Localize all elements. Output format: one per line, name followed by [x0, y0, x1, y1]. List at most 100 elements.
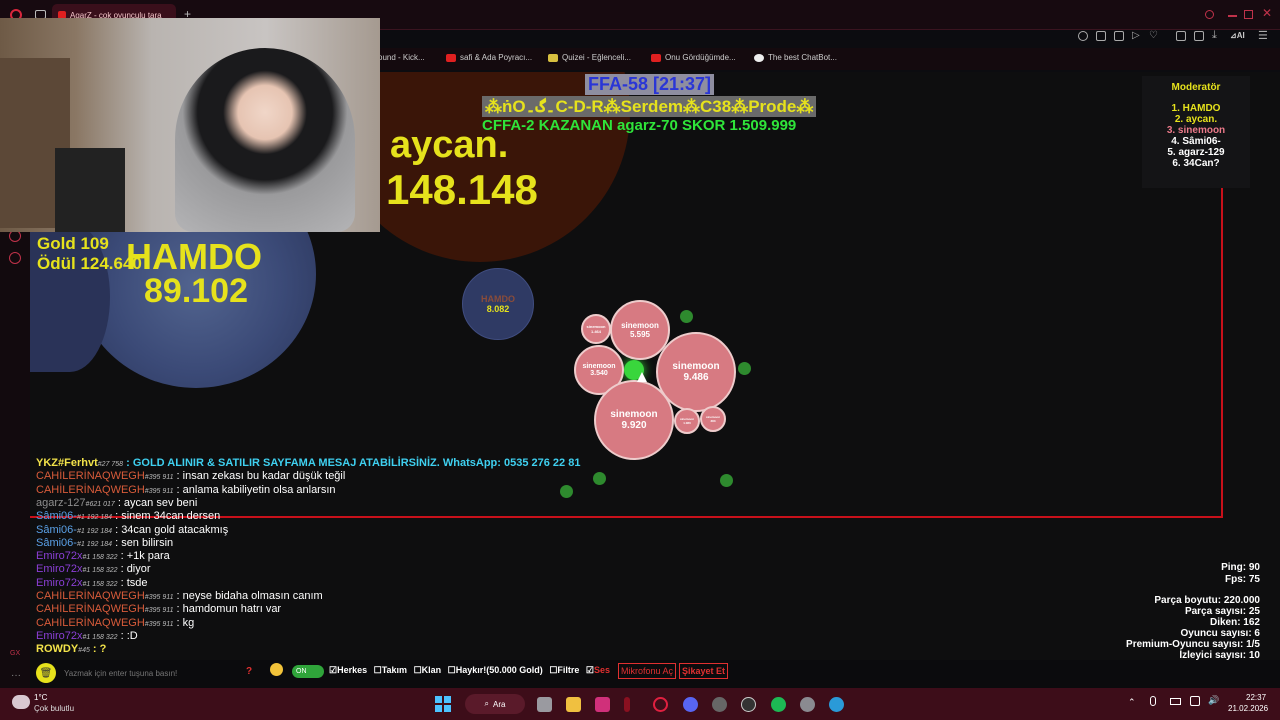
chat-message: Sâmi06-#1 192 184 : sinem 34can dersen	[36, 510, 220, 522]
menu-icon[interactable]: ☰	[1258, 29, 1268, 42]
webcam-overlay	[0, 18, 380, 232]
chat-username[interactable]: Emiro72x	[36, 563, 82, 575]
filter-checkbox[interactable]: ☐Filtre	[549, 665, 579, 675]
game-launcher-icon[interactable]	[712, 697, 727, 712]
checkbox-label: Filtre	[557, 665, 580, 675]
search-box[interactable]: ⌕ Ara	[465, 694, 525, 714]
winner-line: CFFA-2 KAZANAN agarz-70 SKOR 1.509.999	[482, 117, 797, 134]
chat-message: Sâmi06-#1 192 184 : 34can gold atacakmış	[36, 524, 228, 536]
close-icon[interactable]: ✕	[1262, 6, 1272, 20]
chat-text: : aycan sev beni	[117, 496, 198, 509]
bookmark-item[interactable]: ound - Kick...	[378, 53, 425, 62]
help-button[interactable]: ?	[246, 666, 252, 677]
download-icon[interactable]: ⤓	[1212, 29, 1217, 42]
chat-text: : tsde	[120, 576, 148, 589]
bookmark-label: safi & Ada Poyracı...	[460, 53, 533, 62]
task-view-icon[interactable]	[537, 697, 552, 712]
sidebar-gx-icon[interactable]: GX	[10, 650, 20, 657]
chat-message: CAHİLERİNAQWEGH#395 911 : insan zekası b…	[36, 470, 345, 482]
cell-mass: 1.464	[590, 329, 601, 334]
discord-icon[interactable]	[683, 697, 698, 712]
weather-temp: 1°C	[34, 693, 48, 702]
pin-icon[interactable]	[1078, 31, 1088, 41]
keyboard-tray-icon[interactable]	[1170, 698, 1181, 705]
search-icon[interactable]	[1205, 10, 1214, 19]
leaderboard-entry: 4. Sâmi06-	[1171, 136, 1221, 147]
sidebar-more-icon[interactable]: ···	[11, 670, 21, 681]
date-label: 21.02.2026	[1228, 704, 1269, 713]
players-stat: Oyuncu sayısı: 6	[1180, 628, 1260, 639]
chat-username[interactable]: CAHİLERİNAQWEGH	[36, 470, 145, 482]
opera-gx-icon[interactable]	[653, 697, 668, 712]
everyone-checkbox[interactable]: ☑Herkes	[329, 665, 367, 675]
chat-username[interactable]: Sâmi06-	[36, 537, 77, 549]
start-icon[interactable]	[435, 696, 451, 712]
minimize-icon[interactable]	[1228, 15, 1237, 17]
part-size-stat: Parça boyutu: 220.000	[1154, 595, 1260, 606]
chat-message: CAHİLERİNAQWEGH#395 911 : kg	[36, 617, 194, 629]
cell-name: sinemoon	[610, 409, 658, 420]
shield-icon[interactable]	[1114, 31, 1124, 41]
bookmark-item[interactable]: The best ChatBot...	[754, 53, 837, 62]
chat-message: Sâmi06-#1 192 184 : sen bilirsin	[36, 537, 173, 549]
file-explorer-icon[interactable]	[566, 697, 581, 712]
chat-username[interactable]: Sâmi06-	[36, 510, 77, 522]
sound-checkbox[interactable]: ☑Ses	[586, 665, 610, 675]
gift-checkbox[interactable]: ☐Haykır!(50.000 Gold)	[448, 665, 543, 675]
leaderboard-entry: 2. aycan.	[1174, 114, 1218, 125]
edge-icon[interactable]	[829, 697, 844, 712]
mic-tray-icon[interactable]	[1150, 696, 1156, 706]
fps-stat: Fps: 75	[1224, 574, 1260, 585]
settings-gear-icon[interactable]	[800, 697, 815, 712]
bookmark-item[interactable]: safi & Ada Poyracı...	[446, 53, 532, 62]
player-cell-sinemoon: sinemoon 1.464	[581, 314, 611, 344]
spotify-icon[interactable]	[771, 697, 786, 712]
chat-username[interactable]: CAHİLERİNAQWEGH	[36, 484, 145, 496]
maximize-icon[interactable]	[1244, 10, 1253, 19]
clan-checkbox[interactable]: ☐Klan	[414, 665, 442, 675]
chat-username[interactable]: agarz-127	[36, 497, 86, 509]
mic-button[interactable]: Mikrofonu Aç	[618, 663, 677, 679]
volume-tray-icon[interactable]: 🔊	[1208, 695, 1219, 706]
voice-toggle[interactable]: ON	[292, 665, 324, 678]
bookmark-item[interactable]: Onu Gördüğümde...	[651, 53, 736, 62]
trash-button[interactable]: 🗑	[36, 663, 56, 683]
obs-icon[interactable]	[741, 697, 756, 712]
screenshot-icon[interactable]	[1096, 31, 1106, 41]
tray-chevron-icon[interactable]: ⌃	[1128, 697, 1136, 708]
chat-username[interactable]: CAHİLERİNAQWEGH	[36, 590, 145, 602]
emoji-icon[interactable]	[270, 663, 283, 676]
chat-username[interactable]: Emiro72x	[36, 630, 82, 642]
bookmark-item[interactable]: Quizei - Eğlenceli...	[548, 53, 631, 62]
chat-user-id: #45	[78, 647, 90, 655]
chat-input[interactable]	[64, 664, 234, 682]
chat-username[interactable]: Sâmi06-	[36, 524, 77, 536]
player-cell-sinemoon: sinemoon 9.920	[594, 380, 674, 460]
chat-text: : ?	[92, 643, 107, 656]
ping-stat: Ping: 90	[1221, 562, 1260, 573]
chat-username[interactable]: ROWDY	[36, 643, 78, 655]
chat-username[interactable]: CAHİLERİNAQWEGH	[36, 617, 145, 629]
thorns-stat: Diken: 162	[1209, 617, 1260, 628]
team-checkbox[interactable]: ☐Takım	[374, 665, 407, 675]
app-icon[interactable]	[624, 697, 630, 712]
food-pellet	[680, 310, 693, 323]
extensions-icon[interactable]	[1176, 31, 1186, 41]
chat-user-id: #1 192 184	[76, 527, 113, 535]
settings-icon[interactable]	[9, 252, 21, 264]
heart-icon[interactable]: ♡	[1149, 30, 1158, 41]
wallet-icon[interactable]	[1194, 31, 1204, 41]
network-tray-icon[interactable]	[1190, 696, 1200, 706]
chat-user-id: #1 192 184	[76, 540, 113, 548]
play-icon[interactable]: ▷	[1132, 30, 1140, 41]
cell-name: sinemoon	[621, 321, 659, 330]
report-button[interactable]: Şikayet Et	[679, 663, 729, 679]
weather-icon[interactable]	[12, 695, 30, 709]
chat-text: : insan zekası bu kadar düşük teğil	[176, 470, 346, 483]
chat-username[interactable]: CAHİLERİNAQWEGH	[36, 603, 145, 615]
chat-username[interactable]: YKZ#Ferhvt	[36, 457, 98, 469]
chat-username[interactable]: Emiro72x	[36, 550, 82, 562]
chat-username[interactable]: Emiro72x	[36, 577, 82, 589]
ai-button[interactable]: ⊿AI	[1230, 31, 1245, 40]
instagram-icon[interactable]	[595, 697, 610, 712]
